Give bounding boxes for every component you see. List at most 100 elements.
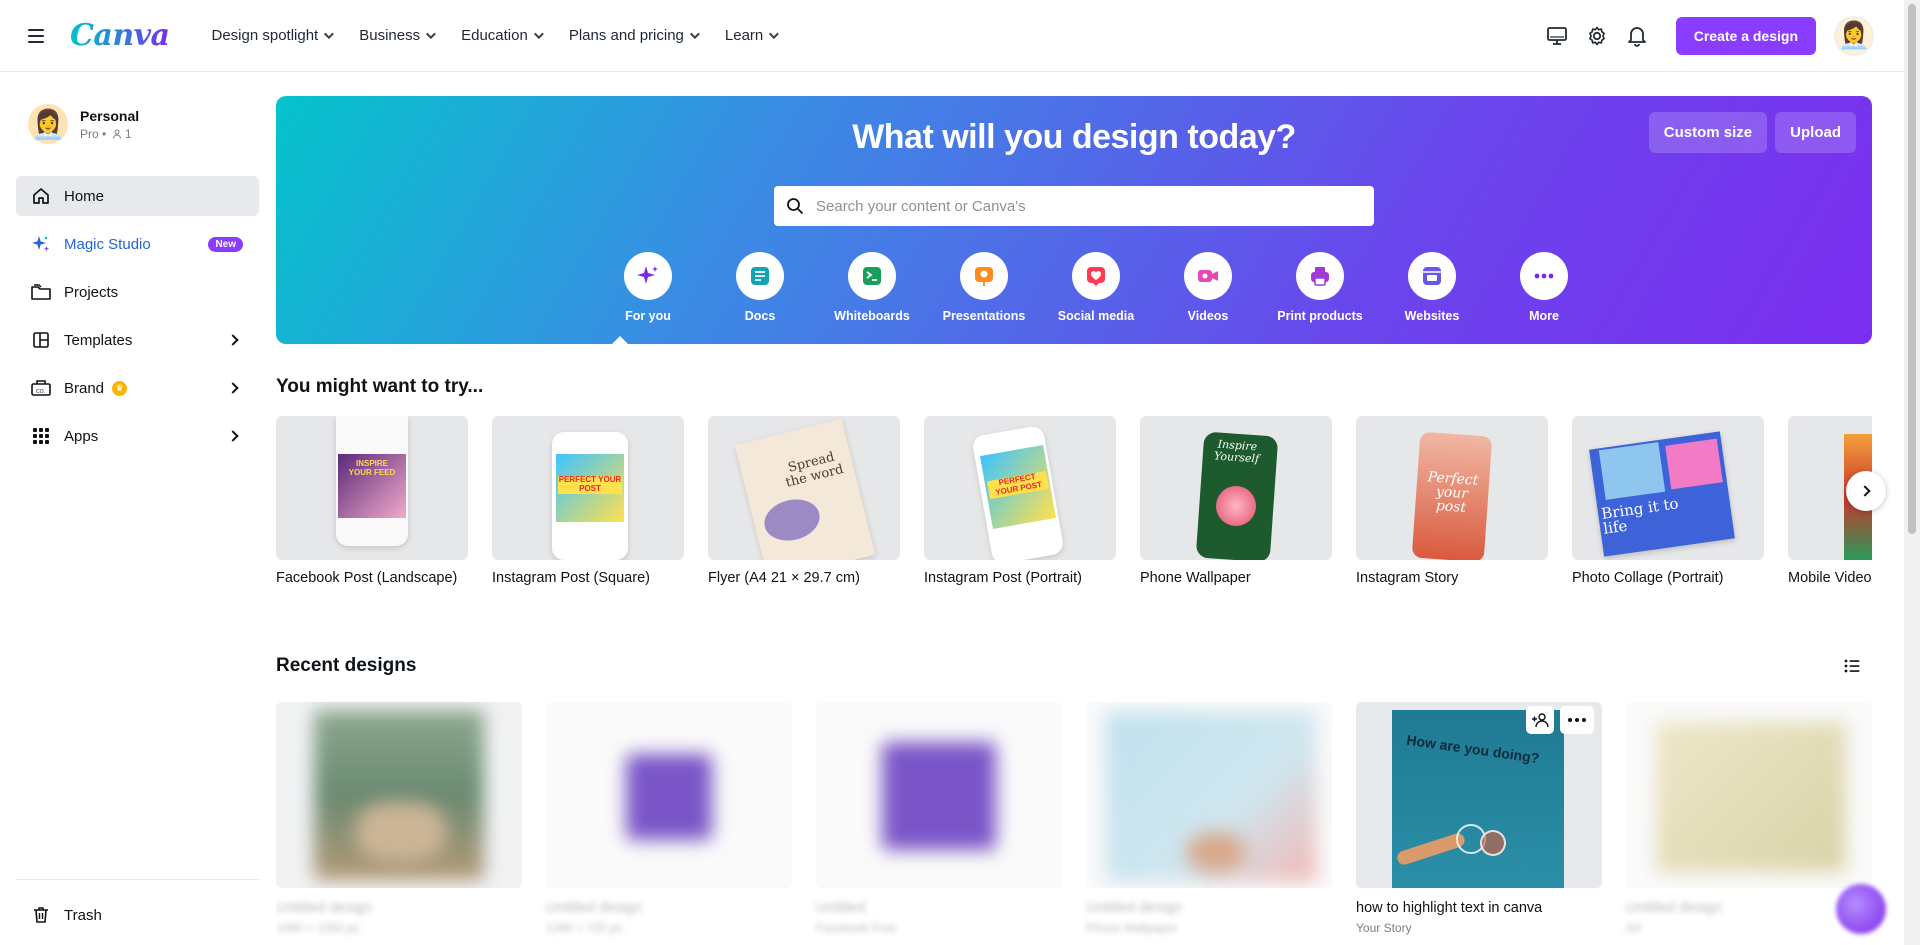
help-assistant-button[interactable] xyxy=(1836,884,1886,934)
category-presentations[interactable]: Presentations xyxy=(928,252,1040,323)
video-icon xyxy=(1184,252,1232,300)
sidebar-item-magic-studio[interactable]: Magic Studio New xyxy=(16,224,259,264)
sidebar-item-label: Apps xyxy=(64,427,99,445)
category-whiteboards[interactable]: Whiteboards xyxy=(816,252,928,323)
page-scrollbar[interactable] xyxy=(1904,0,1920,945)
sidebar-item-apps[interactable]: Apps xyxy=(16,416,259,456)
try-label: Flyer (A4 21 × 29.7 cm) xyxy=(708,570,860,586)
recent-section-title: Recent designs xyxy=(276,655,417,676)
sidebar-item-templates[interactable]: Templates xyxy=(16,320,259,360)
new-badge: New xyxy=(208,236,243,252)
category-label: Docs xyxy=(744,309,776,323)
category-print-products[interactable]: Print products xyxy=(1264,252,1376,323)
try-card[interactable]: Bring it to life Photo Collage (Portrait… xyxy=(1572,416,1764,586)
doc-icon xyxy=(736,252,784,300)
canva-logo[interactable]: Canva xyxy=(70,18,170,53)
hero-title: What will you design today? xyxy=(852,118,1296,156)
menu-icon[interactable] xyxy=(24,24,48,48)
category-websites[interactable]: Websites xyxy=(1376,252,1488,323)
try-card[interactable]: Spread the word Flyer (A4 21 × 29.7 cm) xyxy=(708,416,900,586)
apps-grid-icon xyxy=(30,425,52,447)
nav-label: Design spotlight xyxy=(211,27,319,44)
top-nav: Design spotlight Business Education Plan… xyxy=(200,19,789,52)
desktop-app-icon[interactable] xyxy=(1546,25,1568,47)
recent-subtitle: 1080 × 1350 px xyxy=(276,921,360,935)
recent-design-card[interactable]: Untitled design A4 xyxy=(1626,702,1872,935)
category-label: Whiteboards xyxy=(834,309,910,323)
chevron-down-icon xyxy=(324,29,335,40)
top-actions: Create a design 👩‍💼 xyxy=(1546,15,1874,56)
thumb-text: Inspire Yourself xyxy=(1213,437,1260,466)
category-docs[interactable]: Docs xyxy=(704,252,816,323)
recent-title: Untitled design xyxy=(1086,900,1182,916)
recent-design-card[interactable]: Untitled design Phone Wallpaper xyxy=(1086,702,1332,935)
notifications-bell-icon[interactable] xyxy=(1626,25,1648,47)
recent-thumbnail xyxy=(816,702,1062,888)
more-options-icon[interactable] xyxy=(1560,706,1594,734)
nav-education[interactable]: Education xyxy=(449,19,553,52)
carousel-next-button[interactable] xyxy=(1846,471,1886,511)
create-design-button[interactable]: Create a design xyxy=(1675,16,1816,55)
share-people-icon[interactable] xyxy=(1526,706,1554,734)
user-avatar[interactable]: 👩‍💼 xyxy=(1834,15,1874,56)
chevron-down-icon xyxy=(426,29,436,40)
try-carousel: INSPIRE YOUR FEED Facebook Post (Landsca… xyxy=(276,416,1872,596)
templates-icon xyxy=(30,329,52,351)
sidebar-item-label: Templates xyxy=(64,331,133,349)
chevron-right-icon xyxy=(227,430,239,442)
upload-button[interactable]: Upload xyxy=(1775,112,1856,153)
sidebar-item-projects[interactable]: Projects xyxy=(16,272,259,312)
recent-design-card[interactable]: Untitled design 1080 × 1350 px xyxy=(276,702,522,935)
settings-gear-icon[interactable] xyxy=(1586,25,1608,47)
category-videos[interactable]: Videos xyxy=(1152,252,1264,323)
recent-design-card[interactable]: Untitled Facebook Post xyxy=(816,702,1062,935)
recent-subtitle: Your Story xyxy=(1356,921,1412,935)
nav-plans-pricing[interactable]: Plans and pricing xyxy=(557,19,709,52)
sidebar-item-home[interactable]: Home xyxy=(16,176,259,216)
try-label: Instagram Post (Square) xyxy=(492,570,650,586)
nav-learn[interactable]: Learn xyxy=(713,19,788,52)
recent-design-card[interactable]: How are you doing? how to highlight text… xyxy=(1356,702,1602,935)
chevron-down-icon xyxy=(689,29,700,40)
custom-size-button[interactable]: Custom size xyxy=(1648,112,1768,153)
chevron-right-icon xyxy=(1858,485,1871,497)
crown-icon: ♛ xyxy=(112,380,128,396)
presentation-icon xyxy=(960,252,1008,300)
try-card[interactable]: Inspire Yourself Phone Wallpaper xyxy=(1140,416,1332,586)
recent-thumbnail xyxy=(1626,702,1872,888)
search-icon xyxy=(787,198,803,214)
search-bar[interactable] xyxy=(774,186,1374,226)
try-label: Instagram Story xyxy=(1356,570,1459,586)
sidebar-item-brand[interactable]: CO. Brand ♛ xyxy=(16,368,259,408)
try-label: Mobile Video xyxy=(1788,570,1872,586)
nav-business[interactable]: Business xyxy=(347,19,445,52)
category-for-you[interactable]: For you xyxy=(592,252,704,323)
try-thumbnail: Perfect your post xyxy=(1356,416,1548,560)
sidebar-item-label: Home xyxy=(64,187,105,205)
recent-thumbnail xyxy=(546,702,792,888)
recent-design-card[interactable]: Untitled design 1280 × 720 px xyxy=(546,702,792,935)
recent-title: Untitled xyxy=(816,900,866,916)
heart-icon xyxy=(1072,252,1120,300)
account-switcher[interactable]: 👩‍💼 Personal Pro • 1 xyxy=(0,72,275,176)
try-card[interactable]: INSPIRE YOUR FEED Facebook Post (Landsca… xyxy=(276,416,468,586)
search-input[interactable] xyxy=(816,197,1336,215)
thumb-text: Perfect your post xyxy=(1427,469,1479,516)
printer-icon xyxy=(1296,252,1344,300)
try-card[interactable]: PERFECT YOUR POST Instagram Post (Square… xyxy=(492,416,684,586)
try-card[interactable]: Perfect your post Instagram Story xyxy=(1356,416,1548,586)
list-view-icon[interactable] xyxy=(1842,656,1862,676)
try-card[interactable]: PERFECT YOUR POST Instagram Post (Portra… xyxy=(924,416,1116,586)
category-social-media[interactable]: Social media xyxy=(1040,252,1152,323)
category-label: Videos xyxy=(1187,309,1229,323)
sidebar-item-trash[interactable]: Trash xyxy=(16,895,259,935)
design-categories: For you Docs Whiteboards Presentations S… xyxy=(592,252,1600,323)
chevron-down-icon xyxy=(769,29,780,40)
whiteboard-icon xyxy=(848,252,896,300)
try-thumbnail: INSPIRE YOUR FEED xyxy=(276,416,468,560)
scrollbar-thumb[interactable] xyxy=(1908,4,1916,534)
nav-design-spotlight[interactable]: Design spotlight xyxy=(200,19,344,52)
recent-title: Untitled design xyxy=(276,900,372,916)
category-more[interactable]: More xyxy=(1488,252,1600,323)
account-name: Personal xyxy=(80,107,140,124)
